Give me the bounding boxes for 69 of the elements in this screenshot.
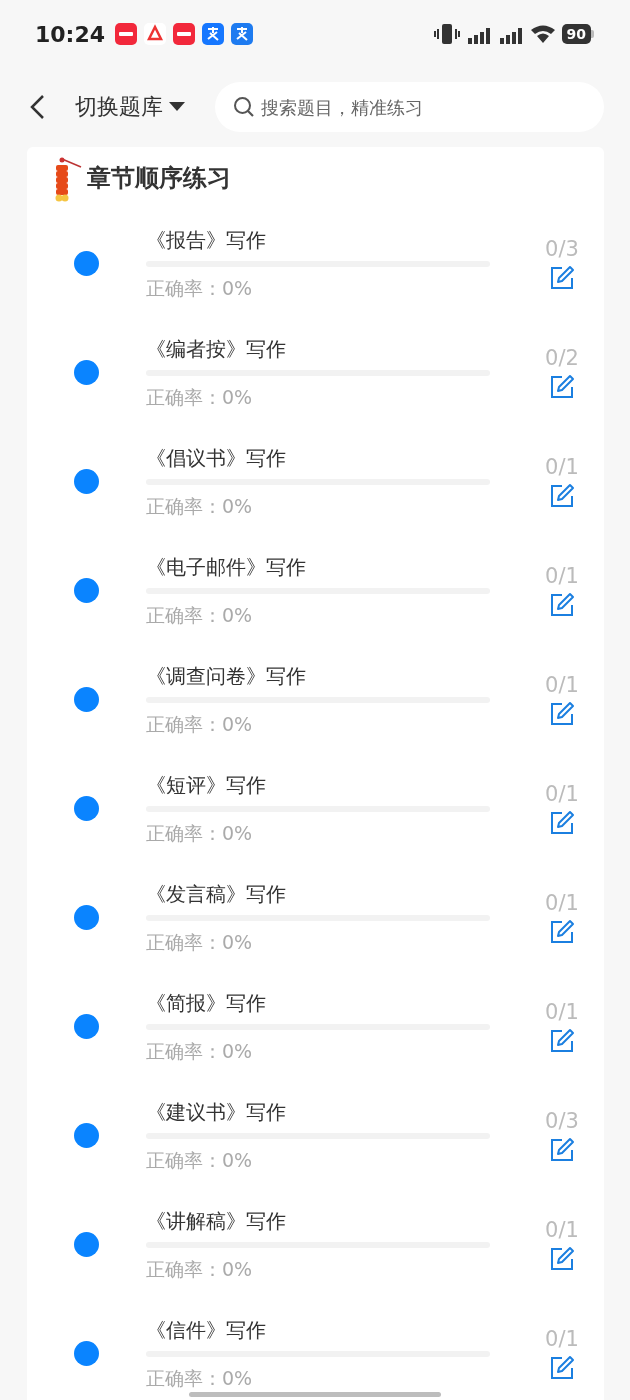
status-time: 10:24 — [35, 21, 106, 47]
accuracy-text: 正确率：0% — [146, 493, 254, 519]
switch-bank-button[interactable]: 切换题库 — [75, 92, 185, 122]
edit-icon[interactable] — [549, 591, 575, 618]
status-dot — [74, 796, 99, 821]
edit-icon[interactable] — [549, 264, 575, 291]
status-dot — [74, 251, 99, 276]
chapter-title[interactable]: 《简报》写作 — [146, 988, 490, 1017]
app-icon — [173, 23, 196, 45]
accuracy-text: 正确率：0% — [146, 275, 254, 301]
edit-icon[interactable] — [549, 700, 575, 727]
app-icon — [231, 23, 254, 45]
chapter-title[interactable]: 《短评》写作 — [146, 770, 490, 799]
search-field[interactable]: 搜索题目，精准练习 — [215, 82, 604, 132]
accuracy-text: 正确率：0% — [146, 929, 254, 955]
chapter-title[interactable]: 《电子邮件》写作 — [146, 552, 490, 581]
battery-level: 90 — [561, 24, 591, 44]
search-icon — [233, 96, 255, 118]
edit-icon[interactable] — [549, 918, 575, 945]
edit-icon[interactable] — [549, 809, 575, 836]
status-dot — [74, 469, 99, 494]
question-count: 0/1 — [545, 1217, 579, 1242]
question-count: 0/1 — [545, 454, 579, 479]
status-dot — [74, 905, 99, 930]
status-dot — [74, 1014, 99, 1039]
chapter-title[interactable]: 《编者按》写作 — [146, 334, 490, 363]
question-count: 0/1 — [545, 890, 579, 915]
accuracy-text: 正确率：0% — [146, 384, 254, 410]
edit-icon[interactable] — [549, 1354, 575, 1381]
status-dot — [74, 1123, 99, 1148]
edit-icon[interactable] — [549, 1245, 575, 1272]
edit-icon[interactable] — [549, 373, 575, 400]
status-dot — [74, 1341, 99, 1366]
section-title: 章节顺序练习 — [87, 163, 231, 194]
question-count: 0/1 — [545, 999, 579, 1024]
vibrate-icon — [433, 23, 460, 45]
chapter-title[interactable]: 《报告》写作 — [146, 225, 490, 254]
status-dot — [74, 360, 99, 385]
app-icon — [115, 23, 138, 45]
accuracy-text: 正确率：0% — [146, 1147, 254, 1173]
accuracy-text: 正确率：0% — [146, 711, 254, 737]
wifi-icon — [529, 24, 556, 44]
app-icon — [144, 23, 167, 45]
question-count: 0/1 — [545, 563, 579, 588]
chapter-title[interactable]: 《讲解稿》写作 — [146, 1206, 490, 1235]
question-count: 0/1 — [545, 1326, 579, 1351]
chapter-title[interactable]: 《倡议书》写作 — [146, 443, 490, 472]
question-count: 0/1 — [545, 672, 579, 697]
question-count: 0/1 — [545, 781, 579, 806]
caret-icon — [169, 102, 185, 112]
accuracy-text: 正确率：0% — [146, 1256, 254, 1282]
chapter-title[interactable]: 《调查问卷》写作 — [146, 661, 490, 690]
accuracy-text: 正确率：0% — [146, 1038, 254, 1064]
chapter-title[interactable]: 《建议书》写作 — [146, 1097, 490, 1126]
accuracy-text: 正确率：0% — [146, 602, 254, 628]
status-dot — [74, 578, 99, 603]
question-count: 0/2 — [545, 345, 579, 370]
accuracy-text: 正确率：0% — [146, 1365, 254, 1391]
status-dot — [74, 687, 99, 712]
edit-icon[interactable] — [549, 482, 575, 509]
status-dot — [74, 1232, 99, 1257]
question-count: 0/3 — [545, 236, 579, 261]
app-icon — [202, 23, 225, 45]
question-count: 0/3 — [545, 1108, 579, 1133]
edit-icon[interactable] — [549, 1027, 575, 1054]
chapter-title[interactable]: 《信件》写作 — [146, 1315, 490, 1344]
chapter-title[interactable]: 《发言稿》写作 — [146, 879, 490, 908]
edit-icon[interactable] — [549, 1136, 575, 1163]
accuracy-text: 正确率：0% — [146, 820, 254, 846]
